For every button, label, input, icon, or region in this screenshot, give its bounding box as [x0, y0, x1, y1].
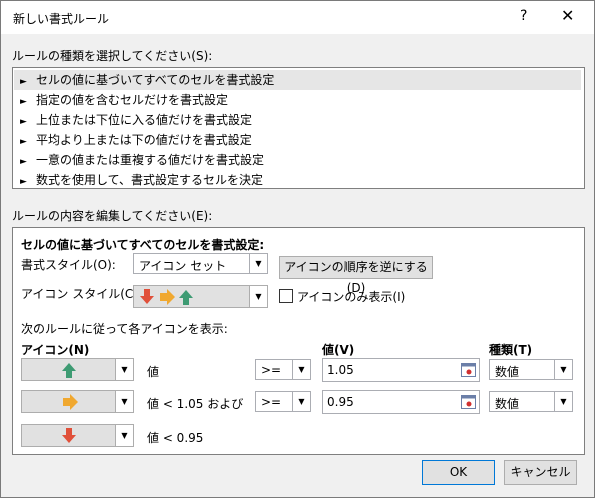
chevron-down-icon: ▼: [554, 392, 572, 411]
type-select-row2[interactable]: 数値 ▼: [489, 391, 573, 412]
icon-select-row3[interactable]: ▼: [21, 424, 134, 447]
arrow-right-icon: ►: [20, 77, 27, 87]
rules-intro-label: 次のルールに従って各アイコンを表示:: [21, 322, 228, 336]
chevron-down-icon: ▼: [115, 425, 133, 446]
edit-heading: セルの値に基づいてすべてのセルを書式設定:: [21, 238, 265, 252]
type-column-header: 種類(T): [489, 343, 533, 357]
new-format-rule-dialog: 新しい書式ルール ? ✕ ルールの種類を選択してください(S): ► セルの値に基…: [0, 0, 595, 498]
arrow-right-icon: ►: [20, 137, 27, 147]
chevron-down-icon: ▼: [554, 360, 572, 379]
rule-type-item[interactable]: ► セルの値に基づいてすべてのセルを書式設定: [14, 70, 581, 90]
rule-type-item[interactable]: ► 一意の値または重複する値だけを書式設定: [14, 150, 581, 170]
range-picker-icon[interactable]: [461, 363, 476, 377]
arrow-right-icon: ►: [20, 157, 27, 167]
condition-text-row2: 値 < 1.05 および: [147, 397, 244, 411]
icon-only-checkbox[interactable]: [279, 289, 293, 303]
edit-rule-label: ルールの内容を編集してください(E):: [12, 209, 213, 223]
chevron-down-icon: ▼: [249, 286, 267, 307]
value-input-row2[interactable]: 0.95: [322, 390, 480, 414]
arrow-right-icon: ►: [20, 177, 27, 187]
icon-only-label: アイコンのみ表示(I): [297, 290, 406, 304]
yellow-right-arrow-icon: [63, 394, 78, 410]
rule-type-item[interactable]: ► 指定の値を含むセルだけを書式設定: [14, 90, 581, 110]
icon-column-header: アイコン(N): [21, 343, 90, 357]
condition-text-row1: 値: [147, 365, 160, 379]
format-style-label: 書式スタイル(O):: [21, 258, 116, 272]
dialog-title: 新しい書式ルール: [13, 12, 110, 26]
red-down-arrow-icon: [62, 428, 76, 443]
help-button[interactable]: ?: [520, 8, 527, 24]
rule-type-item[interactable]: ► 平均より上または下の値だけを書式設定: [14, 130, 581, 150]
close-button[interactable]: ✕: [561, 6, 574, 25]
operator-select-row2[interactable]: >= ▼: [255, 391, 311, 412]
icon-select-row1[interactable]: ▼: [21, 358, 134, 381]
format-style-select[interactable]: アイコン セット ▼: [133, 253, 268, 274]
arrow-right-icon: ►: [20, 97, 27, 107]
rule-edit-panel: セルの値に基づいてすべてのセルを書式設定: 書式スタイル(O): アイコン セッ…: [12, 227, 585, 455]
type-select-row1[interactable]: 数値 ▼: [489, 359, 573, 380]
green-up-arrow-icon: [62, 363, 76, 378]
icon-select-row2[interactable]: ▼: [21, 390, 134, 413]
range-picker-icon[interactable]: [461, 395, 476, 409]
rule-type-item[interactable]: ► 数式を使用して、書式設定するセルを決定: [14, 170, 581, 190]
operator-select-row1[interactable]: >= ▼: [255, 359, 311, 380]
rule-type-item[interactable]: ► 上位または下位に入る値だけを書式設定: [14, 110, 581, 130]
arrow-right-icon: ►: [20, 117, 27, 127]
chevron-down-icon: ▼: [292, 392, 310, 411]
cancel-button[interactable]: キャンセル: [504, 460, 577, 485]
ok-button[interactable]: OK: [422, 460, 495, 485]
reverse-icon-order-button[interactable]: アイコンの順序を逆にする(D): [279, 256, 433, 295]
condition-text-row3: 値 < 0.95: [147, 431, 204, 445]
rule-type-label: ルールの種類を選択してください(S):: [12, 49, 213, 63]
value-input-row1[interactable]: 1.05: [322, 358, 480, 382]
value-column-header: 値(V): [322, 343, 355, 357]
chevron-down-icon: ▼: [249, 254, 267, 273]
icon-style-select[interactable]: ▼: [133, 285, 268, 308]
rule-type-list[interactable]: ► セルの値に基づいてすべてのセルを書式設定 ► 指定の値を含むセルだけを書式設定 …: [12, 67, 585, 189]
icon-style-label: アイコン スタイル(C):: [21, 287, 143, 301]
icon-set-preview-icon: [140, 289, 193, 305]
chevron-down-icon: ▼: [115, 391, 133, 412]
chevron-down-icon: ▼: [115, 359, 133, 380]
chevron-down-icon: ▼: [292, 360, 310, 379]
title-bar: 新しい書式ルール ? ✕: [1, 1, 594, 34]
